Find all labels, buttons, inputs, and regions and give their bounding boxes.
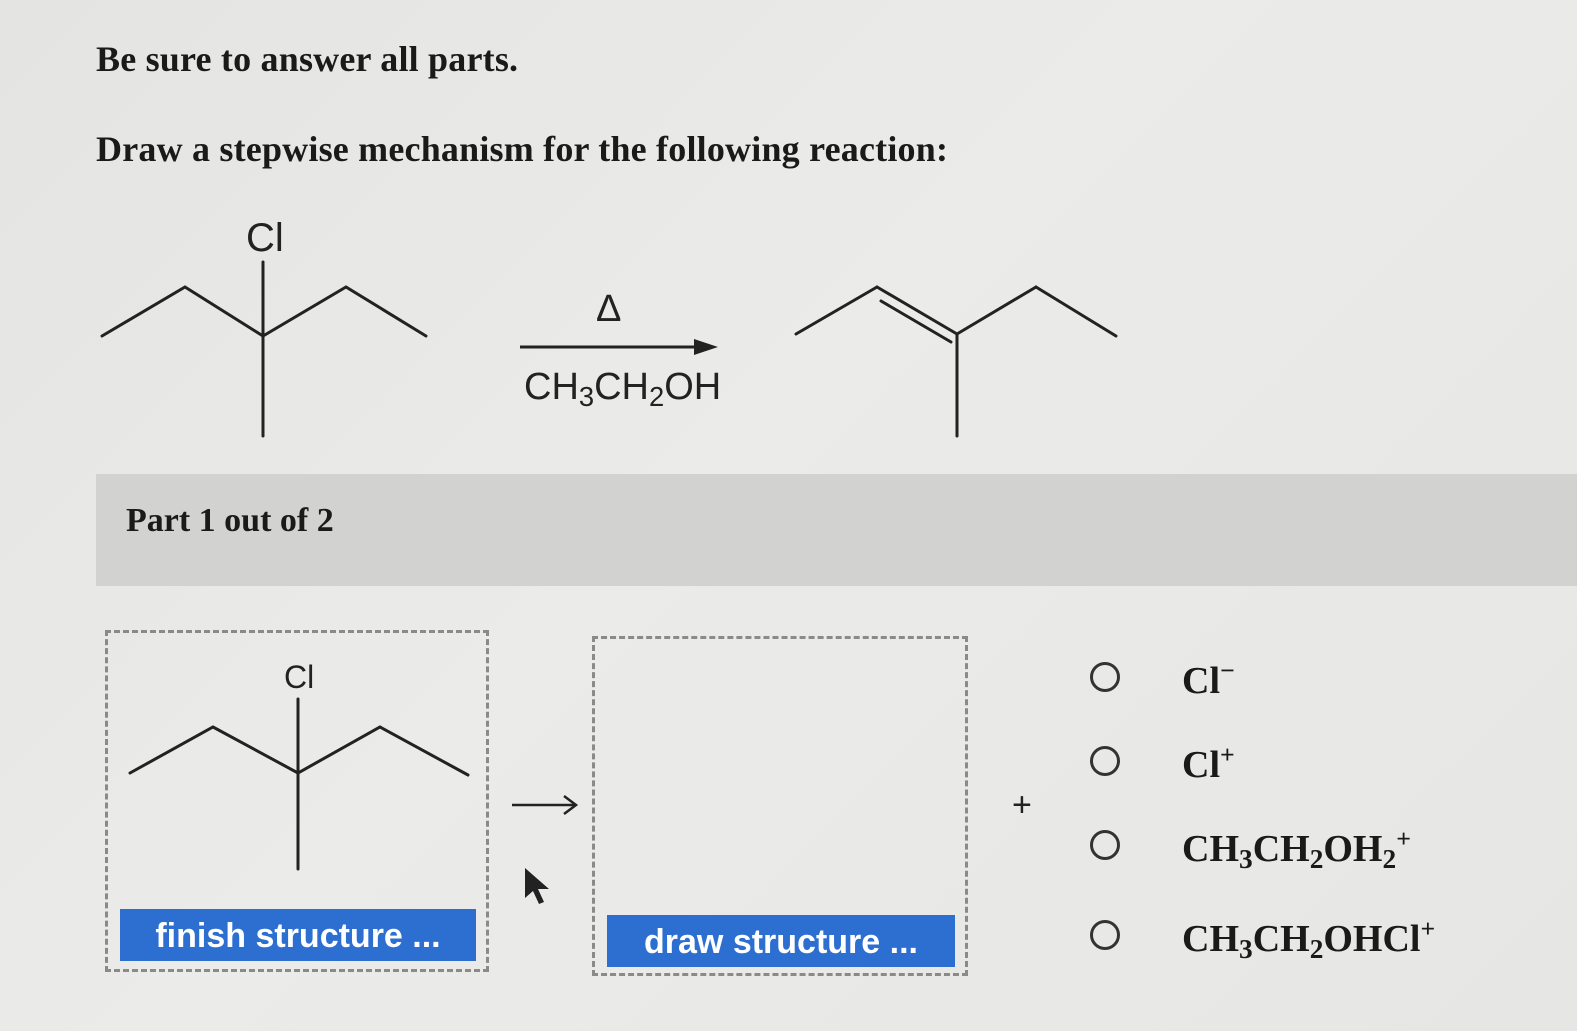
option-cl-minus-label: Cl− [1182, 656, 1235, 703]
reaction-scheme: Cl Δ CH3CH2OH [0, 0, 1577, 470]
step-arrow-icon [512, 795, 579, 815]
reaction-arrow [520, 339, 718, 355]
option-ethyloxonium-label: CH3CH2OH2+ [1182, 824, 1411, 875]
part-label: Part 1 out of 2 [126, 502, 334, 539]
option-cl-plus-label: Cl+ [1182, 740, 1235, 787]
radio-option-ethanol-cl[interactable] [1090, 920, 1120, 950]
option-ethanol-cl-label: CH3CH2OHCl+ [1182, 914, 1436, 965]
product-drawing-box[interactable]: draw structure ... [592, 636, 968, 976]
radio-option-cl-plus[interactable] [1090, 746, 1120, 776]
radio-option-ethyloxonium[interactable] [1090, 830, 1120, 860]
reactant-drawing-box[interactable]: Cl finish structure ... [105, 630, 489, 972]
reactant-atom-label: Cl [246, 216, 284, 260]
mouse-cursor-icon [525, 868, 549, 904]
plus-sign: + [1012, 786, 1032, 824]
reaction-structures [100, 260, 1118, 438]
reactant-skeleton [100, 260, 428, 438]
solvent-label: CH3CH2OH [524, 366, 722, 412]
heat-symbol: Δ [596, 288, 622, 330]
draw-structure-button[interactable]: draw structure ... [607, 915, 955, 967]
small-atom-label: Cl [284, 659, 315, 695]
product-skeleton [794, 285, 1118, 438]
finish-structure-button[interactable]: finish structure ... [120, 909, 476, 961]
radio-option-cl-minus[interactable] [1090, 662, 1120, 692]
